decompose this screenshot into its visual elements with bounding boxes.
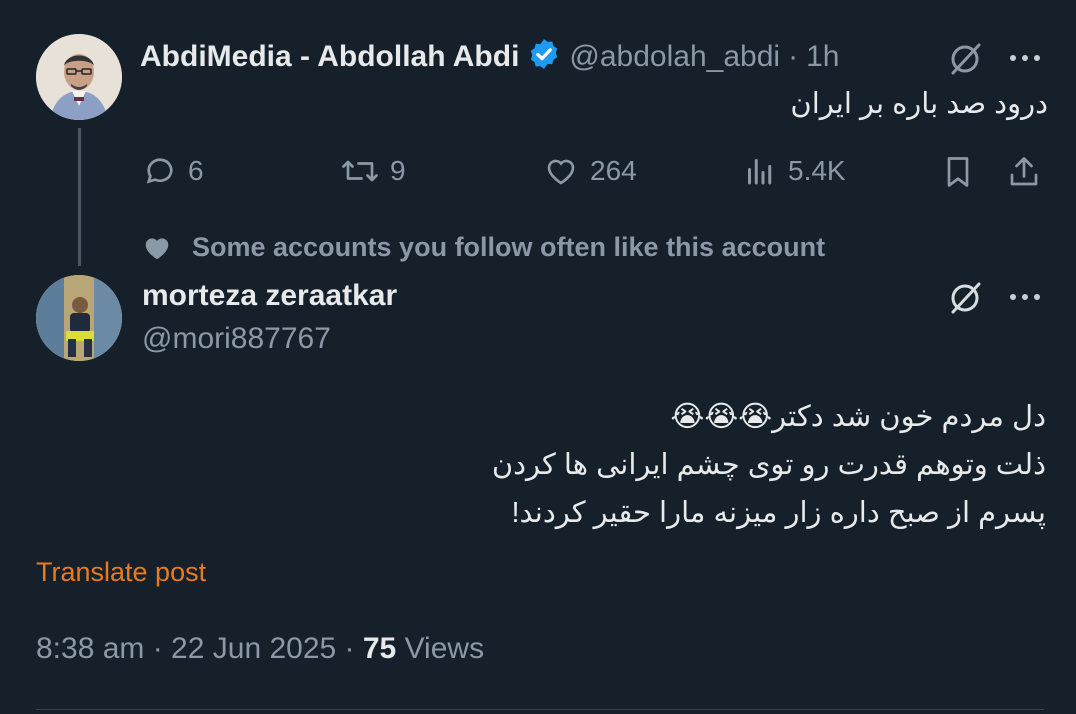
grok-icon[interactable]: [945, 279, 985, 322]
user-handle[interactable]: @mori887767: [142, 322, 331, 356]
display-name[interactable]: morteza zeraatkar: [142, 279, 397, 313]
share-icon: [1010, 157, 1038, 186]
reply-count: 6: [188, 155, 204, 186]
analytics-icon: [748, 159, 772, 185]
display-name[interactable]: AbdiMedia - Abdollah Abdi: [140, 40, 519, 74]
like-button[interactable]: 264: [542, 153, 637, 189]
bookmark-icon: [947, 157, 969, 187]
like-count: 264: [590, 155, 637, 186]
more-options-icon[interactable]: [1010, 55, 1040, 61]
share-button[interactable]: [1006, 153, 1042, 196]
post-time[interactable]: 1h: [806, 40, 839, 74]
thread-connector-line: [78, 128, 81, 266]
reply-button[interactable]: 6: [142, 153, 204, 189]
views-count: 75: [362, 632, 397, 665]
social-context: Some accounts you follow often like this…: [142, 232, 825, 263]
repost-button[interactable]: 9: [340, 153, 406, 189]
verified-badge-icon: [527, 37, 561, 76]
post-text-line: ذلت وتوهم قدرت رو توی چشم ایرانی ها کردن: [491, 449, 1046, 481]
avatar-abdimedia[interactable]: [36, 34, 122, 120]
heart-filled-icon: [145, 237, 169, 259]
heart-icon: [547, 159, 575, 185]
post-text: دل مردم خون شد دکتر😭😭😭 ذلت وتوهم قدرت رو…: [86, 393, 1046, 537]
more-options-icon[interactable]: [1010, 294, 1040, 300]
post-text-line: دل مردم خون شد دکتر😭😭😭: [670, 401, 1046, 433]
social-context-text: Some accounts you follow often like this…: [192, 232, 826, 262]
separator-dot: ·: [788, 39, 799, 73]
profile-photo: [36, 275, 122, 361]
profile-photo: [36, 34, 122, 120]
divider: [36, 709, 1044, 710]
post-metadata: 8:38 am · 22 Jun 2025 · 75 Views: [36, 632, 484, 666]
post-text-line: پسرم از صبح داره زار میزنه مارا حقیر کرد…: [511, 497, 1046, 529]
view-count: 5.4K: [788, 155, 846, 186]
translate-post-link[interactable]: Translate post: [36, 557, 206, 588]
repost-icon: [342, 160, 378, 182]
views-button[interactable]: 5.4K: [742, 153, 846, 189]
views-label: Views: [404, 632, 485, 665]
reply-icon: [146, 158, 173, 184]
post-timestamp[interactable]: 8:38 am · 22 Jun 2025 ·: [36, 632, 355, 665]
repost-count: 9: [390, 155, 406, 186]
avatar-morteza[interactable]: [36, 275, 122, 361]
grok-icon[interactable]: [945, 40, 985, 83]
user-handle[interactable]: @abdolah_abdi: [569, 40, 780, 74]
bookmark-button[interactable]: [940, 153, 976, 196]
post-text: درود صد باره بر ایران: [790, 88, 1048, 120]
post-header: AbdiMedia - Abdollah Abdi @abdolah_abdi …: [140, 37, 839, 76]
